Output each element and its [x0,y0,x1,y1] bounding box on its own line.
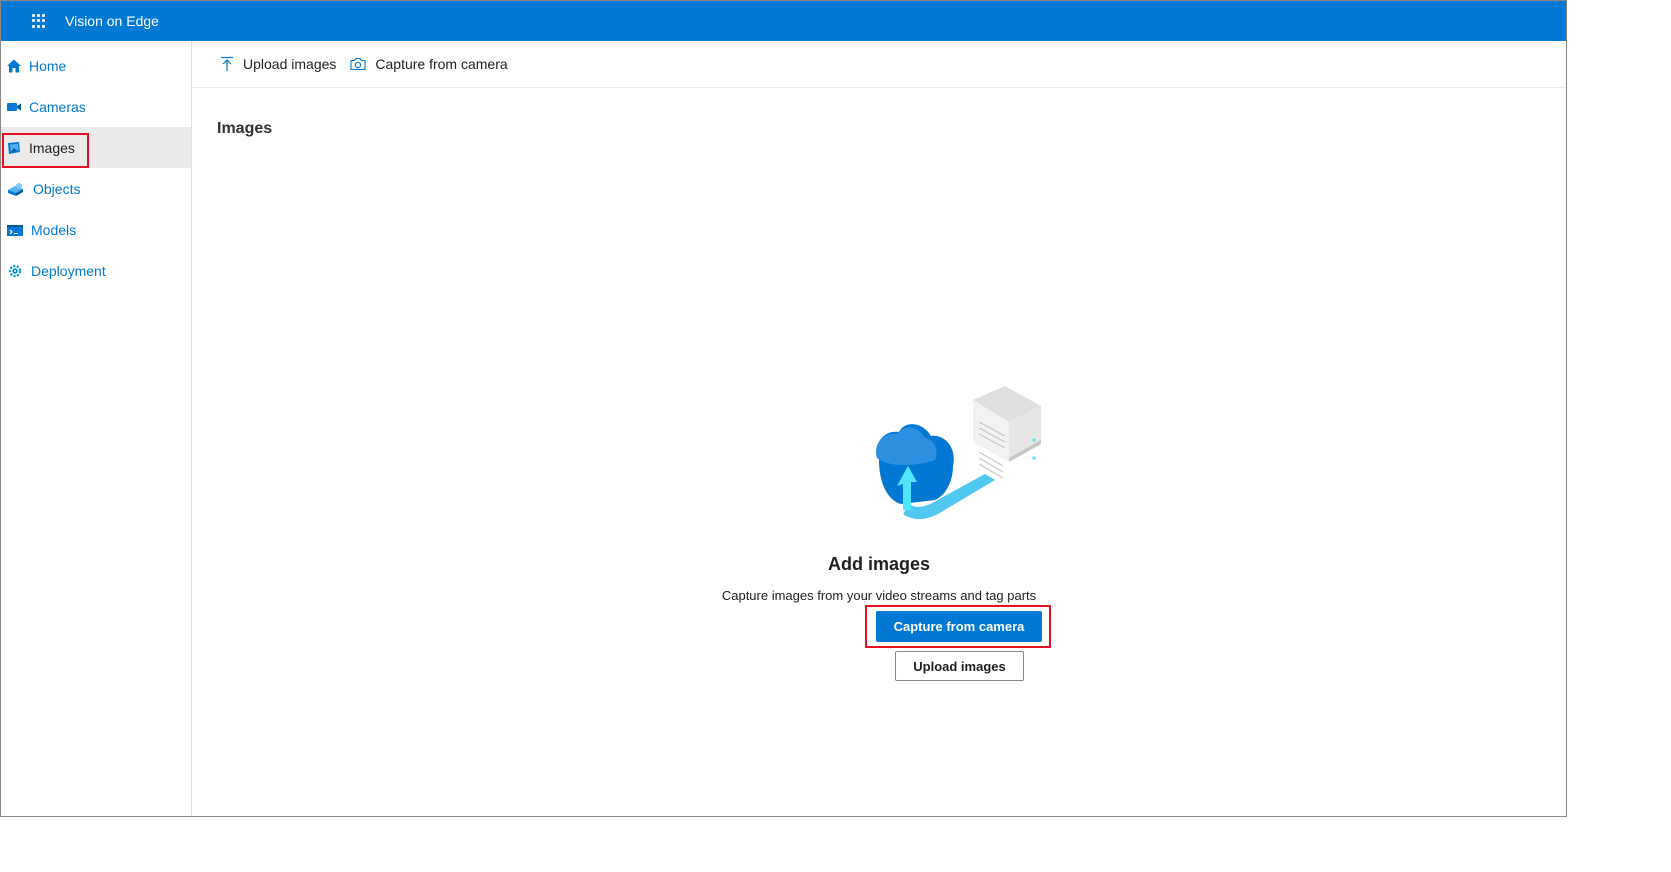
upload-images-label: Upload images [243,56,337,72]
waffle-icon[interactable] [32,14,46,28]
sidebar-item-label: Home [29,57,67,74]
upload-images-button[interactable]: Upload images [895,651,1024,681]
upload-images-command[interactable]: Upload images [220,56,336,72]
sidebar-item-label: Deployment [31,262,106,279]
sidebar-item-cameras[interactable]: Cameras [1,86,191,127]
models-icon [6,222,24,238]
app-title: Vision on Edge [65,13,159,29]
sidebar-item-label: Cameras [29,98,86,115]
upload-icon [221,56,233,71]
capture-from-camera-label: Capture from camera [375,56,508,72]
home-icon [6,58,22,74]
objects-icon [6,181,26,197]
sidebar-item-deployment[interactable]: Deployment [1,250,191,291]
capture-from-camera-command[interactable]: Capture from camera [350,56,508,72]
sidebar-item-models[interactable]: Models [1,209,191,250]
sidebar: Home Cameras Images Objects Models Deplo… [1,41,192,816]
sidebar-item-images[interactable]: Images [1,127,191,168]
camera-icon [350,57,366,71]
sidebar-item-label: Models [31,221,77,238]
sidebar-item-home[interactable]: Home [1,45,191,86]
sidebar-item-label: Images [29,139,75,156]
camera-video-icon [6,99,22,115]
command-bar: Upload images Capture from camera [192,41,1566,88]
capture-from-camera-button[interactable]: Capture from camera [876,611,1042,642]
main-content: Upload images Capture from camera Images [192,41,1566,816]
deployment-icon [6,263,24,279]
images-icon [6,140,22,156]
empty-state-title: Add images [827,554,931,574]
page-title: Images [217,120,273,137]
app-window: Vision on Edge Home Cameras Images Objec… [0,0,1567,817]
cloud-upload-illustration [876,386,1041,520]
sidebar-item-objects[interactable]: Objects [1,168,191,209]
sidebar-item-label: Objects [33,180,81,197]
empty-state-description: Capture images from your video streams a… [721,588,1037,603]
top-bar: Vision on Edge [1,1,1566,41]
